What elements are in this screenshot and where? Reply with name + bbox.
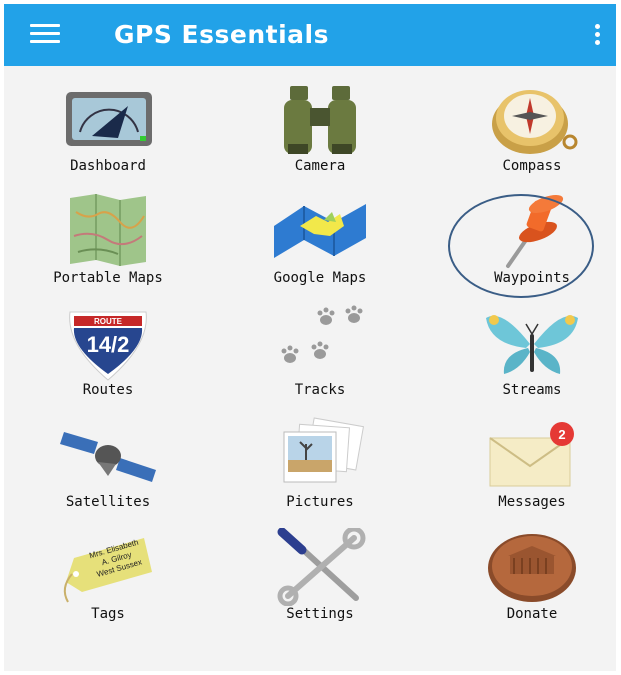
route-sign-icon: ROUTE 14/2 (69, 311, 147, 381)
tools-icon (277, 528, 366, 606)
topo-map-icon (70, 194, 146, 266)
tile-donate[interactable]: Donate (442, 526, 621, 636)
dashboard-icon (66, 92, 152, 146)
tile-label: Google Maps (273, 270, 367, 286)
tile-label: Dashboard (70, 158, 146, 174)
tile-google-maps[interactable]: Google Maps (230, 190, 410, 300)
tile-label: Settings (286, 606, 354, 622)
tile-label: Tracks (294, 382, 346, 398)
paw-tracks-icon (281, 305, 363, 363)
overflow-menu-icon[interactable] (592, 24, 602, 48)
envelope-icon: 2 (489, 422, 574, 487)
tile-camera[interactable]: Camera (230, 78, 410, 188)
tile-label: Streams (502, 382, 562, 398)
tile-label: Donate (506, 606, 558, 622)
tile-pictures[interactable]: Pictures (230, 414, 410, 524)
message-count-badge: 2 (558, 427, 565, 442)
tile-messages[interactable]: 2 Messages (442, 414, 621, 524)
tile-label: Compass (502, 158, 562, 174)
tile-label: Routes (82, 382, 134, 398)
luggage-tag-icon: Mrs. Elisabeth A. Gilroy West Sussex (63, 538, 152, 603)
tile-label: Pictures (286, 494, 354, 510)
tile-portable-maps[interactable]: Portable Maps (18, 190, 198, 300)
tile-compass[interactable]: Compass (442, 78, 621, 188)
tool-grid: Dashboard Camera Compass Portable Maps G… (4, 66, 616, 671)
svg-text:14/2: 14/2 (87, 332, 130, 357)
app-bar: GPS Essentials (4, 4, 616, 66)
tile-label: Portable Maps (53, 270, 163, 286)
tile-tags[interactable]: Mrs. Elisabeth A. Gilroy West Sussex Tag… (18, 526, 198, 636)
compass-icon (492, 90, 578, 154)
hamburger-menu-icon[interactable] (30, 24, 60, 46)
tile-streams[interactable]: Streams (442, 302, 621, 412)
butterfly-icon (486, 315, 578, 374)
svg-text:ROUTE: ROUTE (94, 317, 123, 326)
tile-dashboard[interactable]: Dashboard (18, 78, 198, 188)
folded-map-icon (274, 204, 366, 258)
tile-label: Waypoints (494, 270, 570, 286)
tile-waypoints[interactable]: Waypoints (442, 190, 621, 300)
tile-label: Camera (294, 158, 346, 174)
tile-tracks[interactable]: Tracks (230, 302, 410, 412)
coin-icon (488, 534, 576, 602)
tile-routes[interactable]: ROUTE 14/2 Routes (18, 302, 198, 412)
binoculars-icon (284, 86, 356, 154)
tile-satellites[interactable]: Satellites (18, 414, 198, 524)
push-pin-icon (506, 194, 564, 268)
tile-settings[interactable]: Settings (230, 526, 410, 636)
tile-label: Messages (498, 494, 566, 510)
photos-icon (283, 417, 365, 483)
satellite-icon (60, 432, 156, 482)
tile-label: Tags (91, 606, 125, 622)
app-title: GPS Essentials (114, 20, 329, 49)
tile-label: Satellites (65, 494, 151, 510)
